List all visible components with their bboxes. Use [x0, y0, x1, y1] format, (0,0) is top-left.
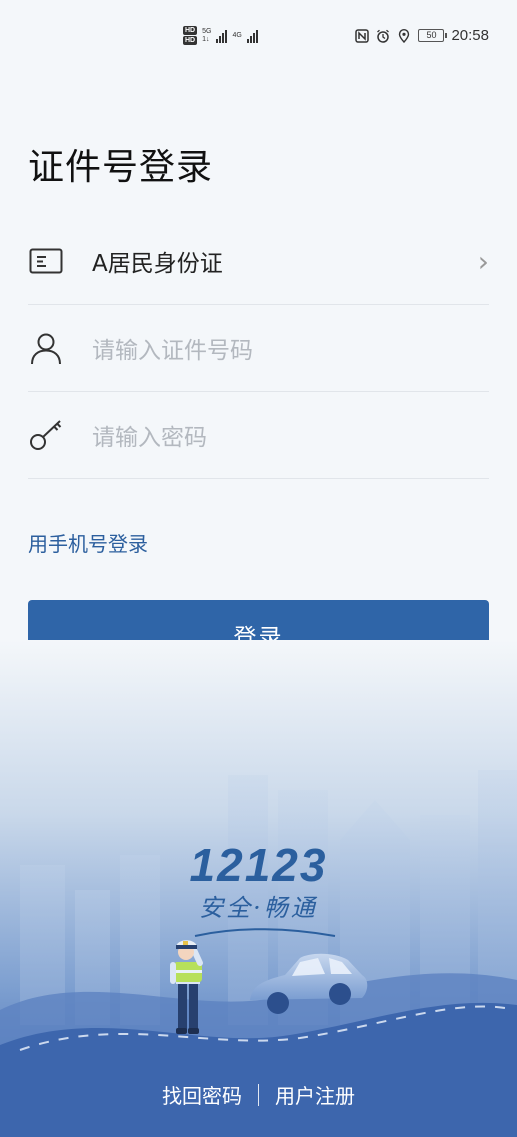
- footer-divider: [258, 1083, 259, 1106]
- register-link[interactable]: 用户注册: [275, 1080, 355, 1109]
- hd-badge: HD: [183, 36, 198, 45]
- system-indicators: 50 20:58: [355, 27, 489, 44]
- key-icon: [28, 417, 64, 453]
- location-icon: [399, 28, 410, 43]
- network-type-label: 5G: [202, 27, 212, 35]
- app-brand-number: 12123: [189, 839, 328, 891]
- phone-login-link[interactable]: 用手机号登录: [28, 528, 148, 557]
- footer-links: 找回密码 用户注册: [0, 1080, 517, 1109]
- status-bar: HD HD 5G 1↓ 4G 50 20:58: [0, 0, 517, 78]
- network-type-label: 4G: [232, 31, 242, 39]
- id-number-placeholder: 请输入证件号码: [92, 338, 253, 364]
- clock-time: 20:58: [451, 27, 489, 44]
- id-card-icon: [28, 243, 64, 279]
- battery-icon: 50: [418, 29, 448, 42]
- nfc-icon: [355, 28, 370, 43]
- user-icon: [28, 330, 64, 366]
- hd-badge: HD: [183, 26, 198, 35]
- id-type-selector[interactable]: A居民身份证 ›: [28, 218, 489, 305]
- page-title: 证件号登录: [28, 147, 214, 188]
- password-field[interactable]: 请输入密码: [28, 392, 489, 479]
- chevron-right-icon: ›: [477, 244, 489, 278]
- signal-bars-icon: [216, 29, 228, 43]
- app-slogan: 安全·畅通: [199, 894, 318, 922]
- password-placeholder: 请输入密码: [92, 425, 207, 451]
- id-number-field[interactable]: 请输入证件号码: [28, 305, 489, 392]
- network-indicators: HD HD 5G 1↓ 4G: [183, 26, 258, 45]
- network-activity-label: 1↓: [202, 35, 210, 43]
- signal-bars-icon: [246, 29, 258, 43]
- id-type-value: A居民身份证: [92, 251, 223, 277]
- alarm-icon: [377, 29, 390, 43]
- recover-password-link[interactable]: 找回密码: [162, 1080, 242, 1109]
